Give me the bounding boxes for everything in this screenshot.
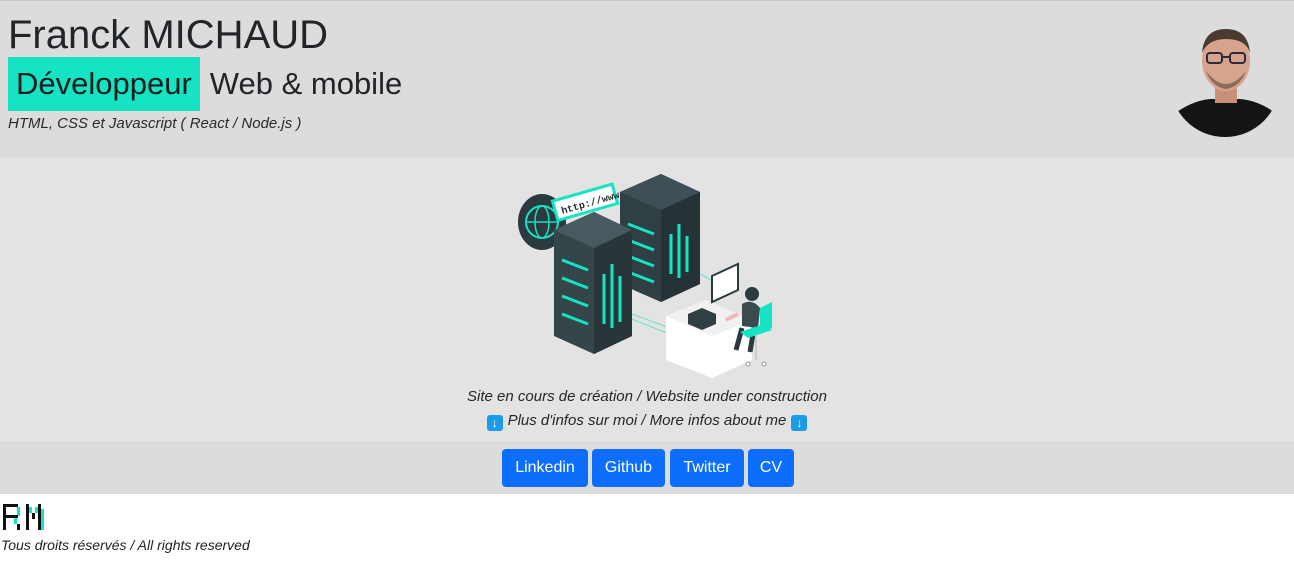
- avatar: [1170, 17, 1280, 137]
- down-arrow-icon: ↓: [791, 415, 808, 431]
- twitter-button[interactable]: Twitter: [670, 449, 744, 487]
- down-arrow-icon: ↓: [486, 415, 503, 431]
- construction-notice: Site en cours de création / Website unde…: [467, 388, 827, 405]
- github-button[interactable]: Github: [592, 449, 665, 487]
- rm-logo: [2, 503, 48, 536]
- footer: Tous droits réservés / All rights reserv…: [0, 494, 1294, 561]
- page-title: Franck MICHAUD: [8, 13, 329, 57]
- cv-button[interactable]: CV: [748, 449, 794, 487]
- job-title-rest: Web & mobile: [209, 66, 403, 101]
- header: Franck MICHAUD Développeur Web & mobile …: [0, 0, 1294, 158]
- tech-stack: HTML, CSS et Javascript ( React / Node.j…: [8, 115, 302, 132]
- server-illustration: http://www.: [516, 164, 781, 384]
- linkedin-button[interactable]: Linkedin: [502, 449, 588, 487]
- job-title: Développeur Web & mobile: [8, 57, 402, 111]
- more-info-text: Plus d'infos sur moi / More infos about …: [507, 412, 787, 429]
- more-info-line: ↓ Plus d'infos sur moi / More infos about…: [0, 412, 1294, 431]
- links-bar: Linkedin Github Twitter CV: [0, 441, 1294, 494]
- main-section: http://www. Site en cours de création / …: [0, 158, 1294, 441]
- job-title-highlight: Développeur: [8, 57, 200, 111]
- copyright-text: Tous droits réservés / All rights reserv…: [1, 537, 250, 553]
